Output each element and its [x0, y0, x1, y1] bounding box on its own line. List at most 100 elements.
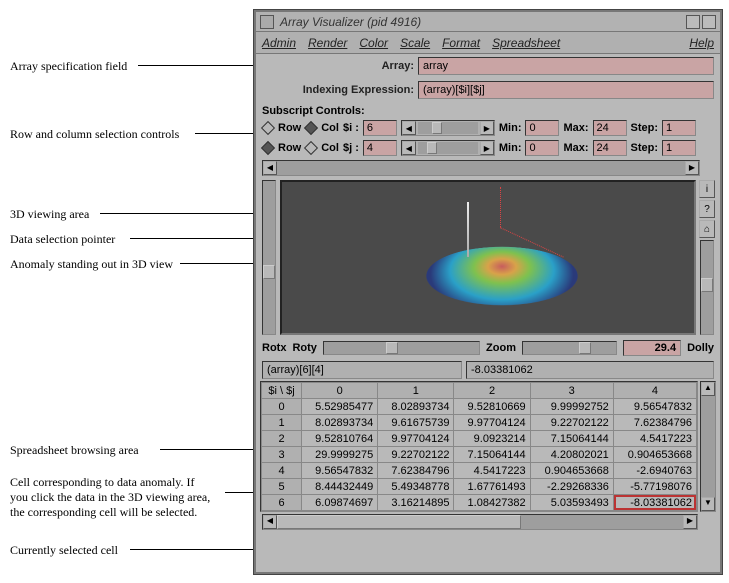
row-header[interactable]: 2	[262, 431, 302, 447]
indexing-expression-label: Indexing Expression:	[262, 84, 414, 96]
cell[interactable]: 5.49348778	[378, 479, 454, 495]
cell[interactable]: 8.44432449	[302, 479, 378, 495]
cell[interactable]: 9.56547832	[613, 399, 696, 415]
cell[interactable]: 9.22702122	[378, 447, 454, 463]
max-value-j[interactable]: 24	[593, 140, 627, 156]
info-button[interactable]: i	[699, 180, 715, 198]
menu-color[interactable]: Color	[359, 36, 388, 50]
cell[interactable]: 4.20802021	[530, 447, 613, 463]
var-value-j[interactable]: 4	[363, 140, 397, 156]
row-header[interactable]: 3	[262, 447, 302, 463]
row-header[interactable]: 1	[262, 415, 302, 431]
index-slider-i[interactable]: ◀ ▶	[401, 120, 495, 136]
step-value-i[interactable]: 1	[662, 120, 696, 136]
max-value-i[interactable]: 24	[593, 120, 627, 136]
menu-admin[interactable]: Admin	[262, 36, 296, 50]
col-radio-j[interactable]	[304, 141, 318, 155]
cell[interactable]: 9.97704124	[454, 415, 530, 431]
row-header[interactable]: 6	[262, 495, 302, 511]
var-value-i[interactable]: 6	[363, 120, 397, 136]
cell[interactable]: 5.52985477	[302, 399, 378, 415]
cell[interactable]: 9.56547832	[302, 463, 378, 479]
sheet-vscrollbar[interactable]: ▲ ▼	[700, 381, 716, 512]
cell[interactable]: 0.904653668	[613, 447, 696, 463]
help-button[interactable]: ?	[699, 200, 715, 218]
cell[interactable]: 29.9999275	[302, 447, 378, 463]
cell[interactable]: 9.97704124	[378, 431, 454, 447]
col-radio-i[interactable]	[304, 121, 318, 135]
scroll-right-icon[interactable]: ▶	[685, 161, 699, 175]
3d-viewport[interactable]	[280, 180, 696, 335]
cell[interactable]: 6.09874697	[302, 495, 378, 511]
cell[interactable]: 7.62384796	[378, 463, 454, 479]
index-slider-j[interactable]: ◀ ▶	[401, 140, 495, 156]
cell[interactable]: 0.904653668	[530, 463, 613, 479]
sheet-hscrollbar[interactable]: ◀ ▶	[262, 514, 698, 530]
cell[interactable]: -2.29268336	[530, 479, 613, 495]
dolly-slider[interactable]	[700, 240, 714, 335]
minimize-button[interactable]	[686, 15, 700, 29]
scroll-up-icon[interactable]: ▲	[701, 382, 715, 396]
slider-prev-icon[interactable]: ◀	[402, 141, 416, 155]
cell[interactable]: 8.02893734	[302, 415, 378, 431]
zoom-value[interactable]: 29.4	[623, 340, 681, 356]
cell[interactable]: 4.5417223	[454, 463, 530, 479]
menu-help[interactable]: Help	[689, 36, 714, 50]
cell[interactable]: 9.52810669	[454, 399, 530, 415]
menu-scale[interactable]: Scale	[400, 36, 430, 50]
cell[interactable]: 9.52810764	[302, 431, 378, 447]
menu-spreadsheet[interactable]: Spreadsheet	[492, 36, 560, 50]
row-header[interactable]: 5	[262, 479, 302, 495]
cell[interactable]: -2.6940763	[613, 463, 696, 479]
annotation-line	[160, 449, 260, 450]
zoom-slider[interactable]	[522, 341, 617, 355]
cell[interactable]: 3.16214895	[378, 495, 454, 511]
min-value-j[interactable]: 0	[525, 140, 559, 156]
roty-slider[interactable]	[323, 341, 480, 355]
scroll-left-icon[interactable]: ◀	[263, 515, 277, 529]
titlebar[interactable]: Array Visualizer (pid 4916)	[256, 12, 720, 32]
cell[interactable]: 4.5417223	[613, 431, 696, 447]
home-button[interactable]: ⌂	[699, 220, 715, 238]
indexing-expression-field[interactable]: (array)[$i][$j]	[418, 81, 714, 99]
scroll-right-icon[interactable]: ▶	[683, 515, 697, 529]
col-header[interactable]: 3	[530, 383, 613, 399]
maximize-button[interactable]	[702, 15, 716, 29]
window-menu-icon[interactable]	[260, 15, 274, 29]
scroll-left-icon[interactable]: ◀	[263, 161, 277, 175]
col-header[interactable]: 0	[302, 383, 378, 399]
cell[interactable]: -8.03381062	[613, 495, 696, 511]
scroll-down-icon[interactable]: ▼	[701, 497, 715, 511]
col-header[interactable]: 2	[454, 383, 530, 399]
row-header[interactable]: 4	[262, 463, 302, 479]
row-radio-j[interactable]	[261, 141, 275, 155]
cell[interactable]: 7.62384796	[613, 415, 696, 431]
row-header[interactable]: 0	[262, 399, 302, 415]
subscript-scrollbar[interactable]: ◀ ▶	[262, 160, 700, 176]
cell[interactable]: 7.15064144	[454, 447, 530, 463]
rotx-label: Rotx	[262, 342, 286, 354]
cell[interactable]: 8.02893734	[378, 399, 454, 415]
menu-format[interactable]: Format	[442, 36, 480, 50]
cell[interactable]: 9.22702122	[530, 415, 613, 431]
cell[interactable]: 9.61675739	[378, 415, 454, 431]
cell[interactable]: 9.99992752	[530, 399, 613, 415]
cell[interactable]: 7.15064144	[530, 431, 613, 447]
array-field[interactable]: array	[418, 57, 714, 75]
col-header[interactable]: 1	[378, 383, 454, 399]
slider-next-icon[interactable]: ▶	[480, 121, 494, 135]
slider-prev-icon[interactable]: ◀	[402, 121, 416, 135]
cell[interactable]: -5.77198076	[613, 479, 696, 495]
cell[interactable]: 9.0923214	[454, 431, 530, 447]
step-value-j[interactable]: 1	[662, 140, 696, 156]
spreadsheet[interactable]: $i \ $j01234 05.529854778.028937349.5281…	[260, 381, 698, 512]
min-value-i[interactable]: 0	[525, 120, 559, 136]
col-header[interactable]: 4	[613, 383, 696, 399]
cell[interactable]: 1.67761493	[454, 479, 530, 495]
rotx-slider[interactable]	[262, 180, 276, 335]
cell[interactable]: 1.08427382	[454, 495, 530, 511]
cell[interactable]: 5.03593493	[530, 495, 613, 511]
slider-next-icon[interactable]: ▶	[480, 141, 494, 155]
row-radio-i[interactable]	[261, 121, 275, 135]
menu-render[interactable]: Render	[308, 36, 347, 50]
